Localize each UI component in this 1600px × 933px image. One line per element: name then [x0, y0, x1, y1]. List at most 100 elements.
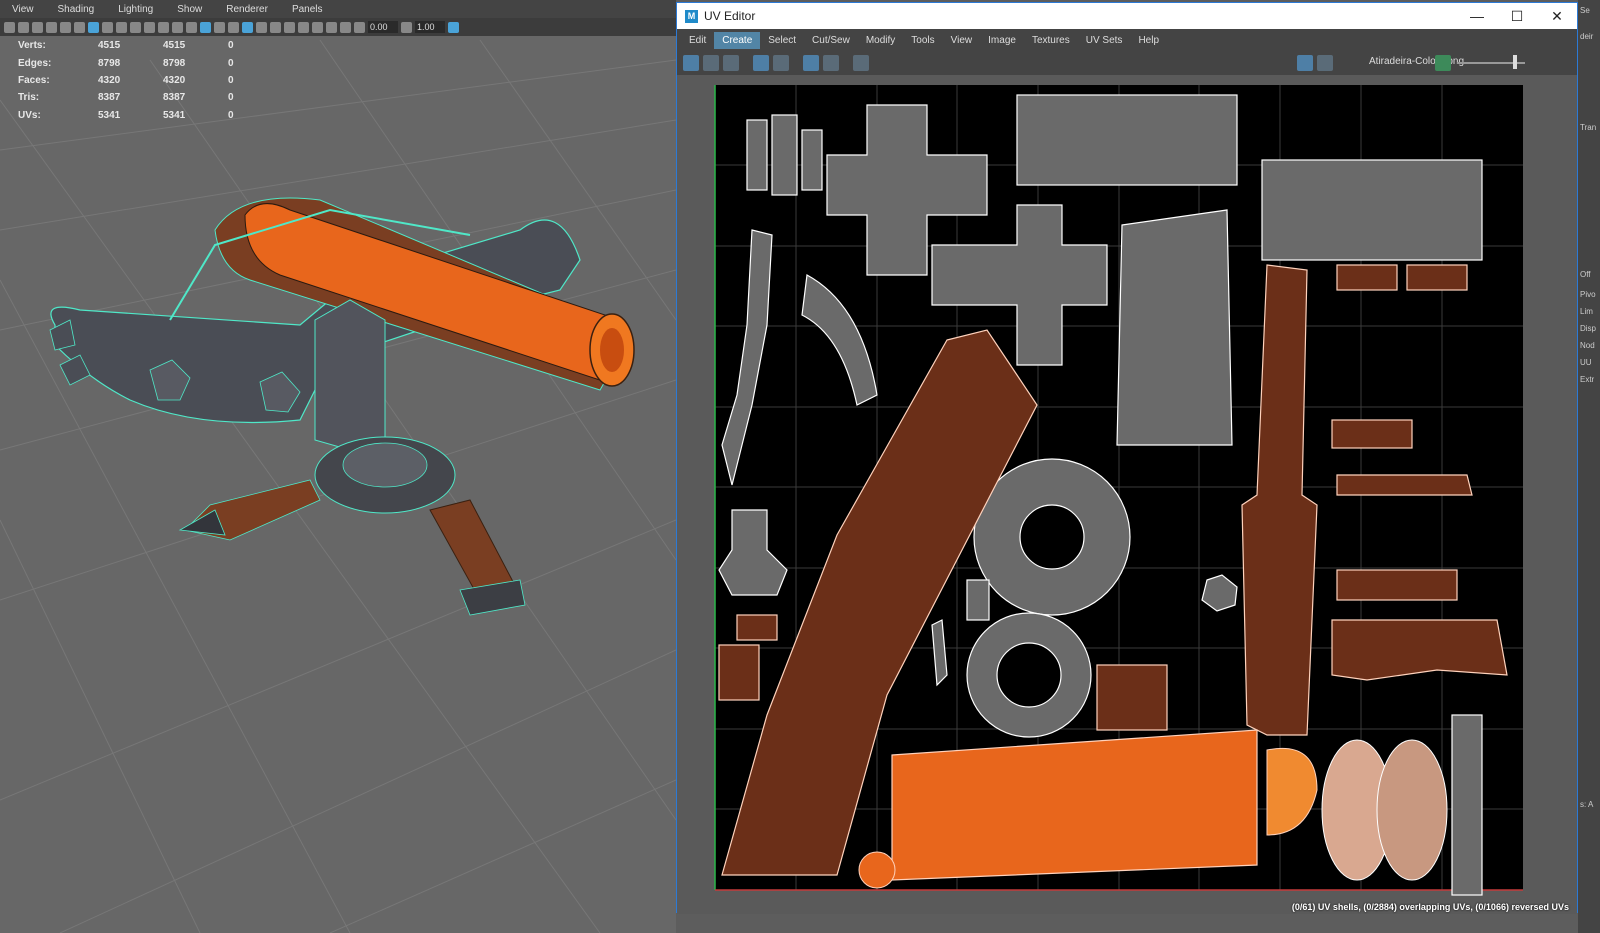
uv-editor-toolbar: Atiradeira-Color1.png — [677, 51, 1577, 75]
hud-value: 4320 — [98, 74, 121, 86]
uv-shell-barrel[interactable] — [858, 729, 1448, 889]
uv-checker-icon[interactable] — [773, 55, 789, 71]
xray-icon[interactable] — [326, 21, 337, 33]
wireframe-on-shaded-icon[interactable] — [228, 21, 239, 33]
textured-icon[interactable] — [242, 21, 253, 33]
gate-mask-icon[interactable] — [130, 21, 141, 33]
vp-menu-panels[interactable]: Panels — [280, 4, 335, 15]
hud-label: Tris: — [18, 92, 40, 104]
uv-menu-tools[interactable]: Tools — [903, 32, 942, 49]
exposure-field[interactable]: 0.00 — [368, 21, 398, 33]
uv-shell-select-icon[interactable] — [683, 55, 699, 71]
uv-layout-icon[interactable] — [703, 55, 719, 71]
color-management-icon[interactable] — [448, 21, 459, 33]
uv-menu-select[interactable]: Select — [760, 32, 804, 49]
minimize-icon[interactable]: — — [1457, 3, 1497, 29]
uv-menu-create[interactable]: Create — [714, 31, 761, 49]
camera-icon[interactable] — [4, 21, 15, 33]
uv-menu-cut-sew[interactable]: Cut/Sew — [804, 32, 858, 49]
hud-value: 4515 — [163, 40, 186, 52]
safe-action-icon[interactable] — [158, 21, 169, 33]
hud-label: UVs: — [18, 109, 41, 121]
vp-menu-show[interactable]: Show — [165, 4, 214, 15]
lights-icon[interactable] — [256, 21, 267, 33]
panel-label: UU — [1580, 358, 1592, 367]
hud-row-tris: Tris: 8387 8387 0 — [18, 89, 293, 106]
hud-value: 8798 — [163, 57, 186, 69]
panel-label: deir — [1580, 32, 1594, 41]
default-material-icon[interactable] — [214, 21, 225, 33]
poly-count-hud: Verts: 4515 4515 0 Edges: 8798 8798 0 Fa… — [18, 37, 293, 124]
uv-distortion-icon[interactable] — [823, 55, 839, 71]
viewport-scene[interactable] — [0, 0, 676, 933]
film-gate-icon[interactable] — [102, 21, 113, 33]
camera-attributes-icon[interactable] — [18, 21, 29, 33]
safe-title-icon[interactable] — [172, 21, 183, 33]
maximize-icon[interactable]: ☐ — [1497, 3, 1537, 29]
panel-label: Pivo — [1580, 290, 1596, 299]
hud-label: Verts: — [18, 40, 46, 52]
uv-layout-view[interactable] — [677, 75, 1577, 914]
uv-unfold-icon[interactable] — [723, 55, 739, 71]
exposure-icon[interactable] — [354, 21, 365, 33]
smooth-shade-icon[interactable] — [200, 21, 211, 33]
gamma-field[interactable]: 1.00 — [415, 21, 445, 33]
uv-editor-titlebar[interactable]: M UV Editor — ☐ ✕ — [677, 3, 1577, 29]
exposure-slider-knob[interactable] — [1513, 55, 1517, 69]
hud-row-uvs: UVs: 5341 5341 0 — [18, 107, 293, 124]
hud-value: 8798 — [98, 57, 121, 69]
vp-menu-shading[interactable]: Shading — [46, 4, 107, 15]
hud-value: 0 — [228, 109, 234, 121]
bookmark-icon[interactable] — [32, 21, 43, 33]
hud-value: 0 — [228, 92, 234, 104]
viewport-toolbar: 0.00 1.00 — [0, 18, 676, 36]
uv-canvas[interactable]: (0/61) UV shells, (0/2884) overlapping U… — [677, 75, 1577, 914]
uv-menu-view[interactable]: View — [943, 32, 981, 49]
perspective-viewport[interactable]: View Shading Lighting Show Renderer Pane… — [0, 0, 676, 933]
uv-status-text: (0/61) UV shells, (0/2884) overlapping U… — [1291, 902, 1569, 912]
field-chart-icon[interactable] — [144, 21, 155, 33]
hud-label: Edges: — [18, 57, 52, 69]
hud-row-verts: Verts: 4515 4515 0 — [18, 37, 293, 54]
image-plane-icon[interactable] — [46, 21, 57, 33]
panel-label: Off — [1580, 270, 1591, 279]
vp-menu-lighting[interactable]: Lighting — [106, 4, 165, 15]
isolate-select-icon[interactable] — [312, 21, 323, 33]
vp-menu-renderer[interactable]: Renderer — [214, 4, 280, 15]
uv-menu-uv-sets[interactable]: UV Sets — [1078, 32, 1131, 49]
uv-menu-image[interactable]: Image — [980, 32, 1024, 49]
uv-shaded-icon[interactable] — [803, 55, 819, 71]
vp-menu-view[interactable]: View — [0, 4, 46, 15]
panel-label: Tran — [1580, 123, 1597, 132]
uv-menu-modify[interactable]: Modify — [858, 32, 903, 49]
resolution-gate-icon[interactable] — [116, 21, 127, 33]
xray-joints-icon[interactable] — [340, 21, 351, 33]
hud-row-edges: Edges: 8798 8798 0 — [18, 54, 293, 71]
checker-display-icon[interactable] — [1317, 55, 1333, 71]
panel-label: Nod — [1580, 341, 1595, 350]
panel-label: Lim — [1580, 307, 1593, 316]
uv-menu-textures[interactable]: Textures — [1024, 32, 1078, 49]
color-management-icon[interactable] — [1435, 55, 1451, 71]
gamma-icon[interactable] — [401, 21, 412, 33]
anti-aliasing-icon[interactable] — [298, 21, 309, 33]
hud-value: 0 — [228, 57, 234, 69]
grease-pencil-icon[interactable] — [74, 21, 85, 33]
hud-value: 0 — [228, 40, 234, 52]
ambient-occlusion-icon[interactable] — [284, 21, 295, 33]
grid-toggle-icon[interactable] — [88, 21, 99, 33]
uv-menu-help[interactable]: Help — [1130, 32, 1167, 49]
viewport-menubar: View Shading Lighting Show Renderer Pane… — [0, 0, 676, 18]
hud-value: 4515 — [98, 40, 121, 52]
uv-editor-window[interactable]: M UV Editor — ☐ ✕ Edit Create Select Cut… — [676, 2, 1578, 914]
close-icon[interactable]: ✕ — [1537, 3, 1577, 29]
uv-menu-edit[interactable]: Edit — [681, 32, 714, 49]
uv-snapshot-icon[interactable] — [853, 55, 869, 71]
2d-pan-icon[interactable] — [60, 21, 71, 33]
uv-grid-icon[interactable] — [753, 55, 769, 71]
display-image-icon[interactable] — [1297, 55, 1313, 71]
wireframe-icon[interactable] — [186, 21, 197, 33]
hud-value: 8387 — [98, 92, 121, 104]
panel-label: Disp — [1580, 324, 1597, 333]
shadows-icon[interactable] — [270, 21, 281, 33]
